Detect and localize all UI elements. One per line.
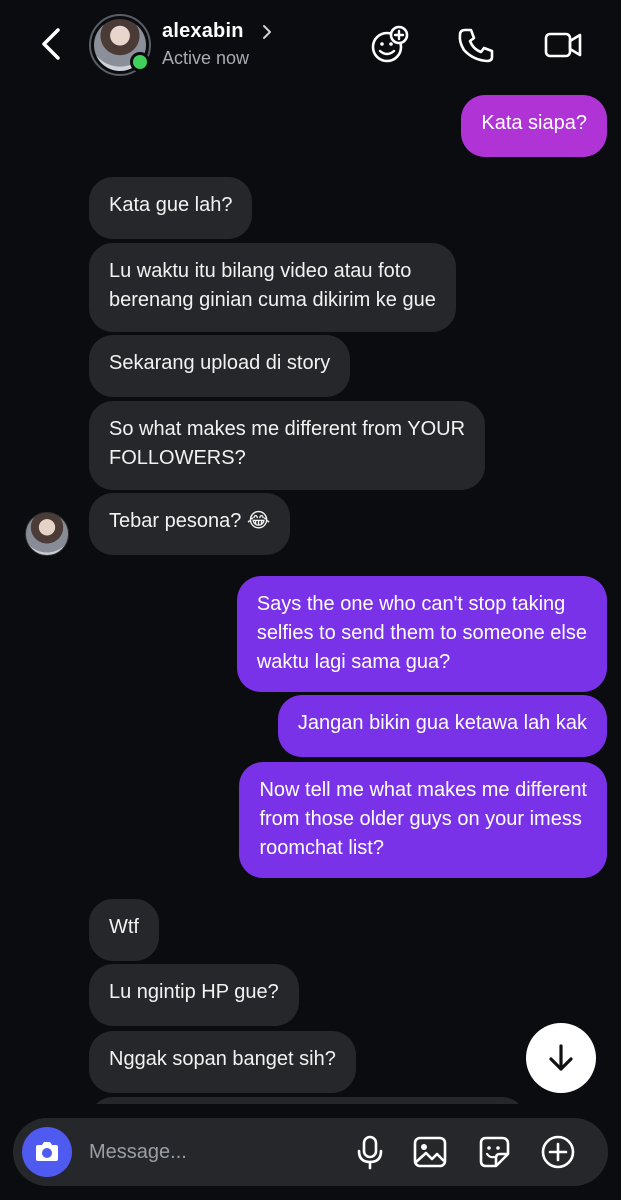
message-text: waktu lagi sama gua? [256,651,451,673]
arrow-down-icon [549,1044,573,1071]
message-text: berenang ginian cuma dikirim ke gue [109,289,436,311]
message-text: Sekarang upload di story [109,352,331,374]
message-received[interactable]: Wtf [89,899,159,961]
message-text: selfies to send them to someone else [256,622,587,644]
back-arrow-icon[interactable] [34,24,68,64]
message-received[interactable]: Sekarang upload di story [89,335,351,397]
message-sent[interactable]: Jangan bikin gua ketawa lah kak [277,695,607,757]
message-received[interactable]: Lu ngintip HP gue? [89,964,299,1026]
username[interactable]: alexabin [162,20,244,43]
message-received[interactable]: Nggak sopan banget sih? [89,1031,356,1093]
message-sent[interactable]: Kata siapa? [461,95,607,157]
chevron-right-icon[interactable] [260,22,274,42]
message-text: Jangan bikin gua ketawa lah kak [297,712,587,734]
message-text: Tebar pesona? 😂 [109,510,271,532]
chat-header: alexabin Active now [0,0,621,88]
add-icon[interactable] [539,1133,577,1171]
active-status: Active now [162,48,250,68]
message-received[interactable]: Lu waktu itu bilang video atau foto bere… [89,243,456,332]
message-text: Now tell me what makes me different [259,779,587,801]
message-text: Says the one who can't stop taking [256,593,566,615]
phone-icon[interactable] [455,24,497,66]
message-text: Kata siapa? [481,112,587,134]
sender-avatar[interactable] [25,512,69,556]
message-text: Nggak sopan banget sih? [109,1048,336,1070]
message-text: Wtf [109,916,139,938]
message-text: So what makes me different from YOUR [109,418,466,440]
message-received[interactable]: Tebar pesona? 😂 [89,493,291,555]
message-input[interactable] [89,1138,329,1166]
scroll-to-bottom-button[interactable] [526,1023,596,1093]
message-composer [13,1118,608,1186]
message-text: FOLLOWERS? [109,447,246,469]
gallery-icon[interactable] [411,1133,449,1171]
online-indicator [130,52,150,72]
camera-icon [36,1142,58,1161]
microphone-icon[interactable] [351,1133,389,1171]
message-received[interactable]: So what makes me different from YOUR FOL… [89,401,486,490]
effects-icon[interactable] [368,24,410,66]
message-sent[interactable]: Now tell me what makes me different from… [239,762,607,878]
message-text: from those older guys on your imess [259,808,582,830]
sticker-icon[interactable] [475,1133,513,1171]
message-received[interactable]: Kata gue lah? [89,177,253,239]
camera-button[interactable] [22,1127,72,1177]
message-text: Lu waktu itu bilang video atau foto [109,260,412,282]
video-camera-icon[interactable] [542,24,584,66]
message-text: Lu ngintip HP gue? [109,981,279,1003]
message-text: Kata gue lah? [109,194,233,216]
message-text: roomchat list? [259,837,384,859]
message-sent[interactable]: Says the one who can't stop taking selfi… [236,576,607,692]
